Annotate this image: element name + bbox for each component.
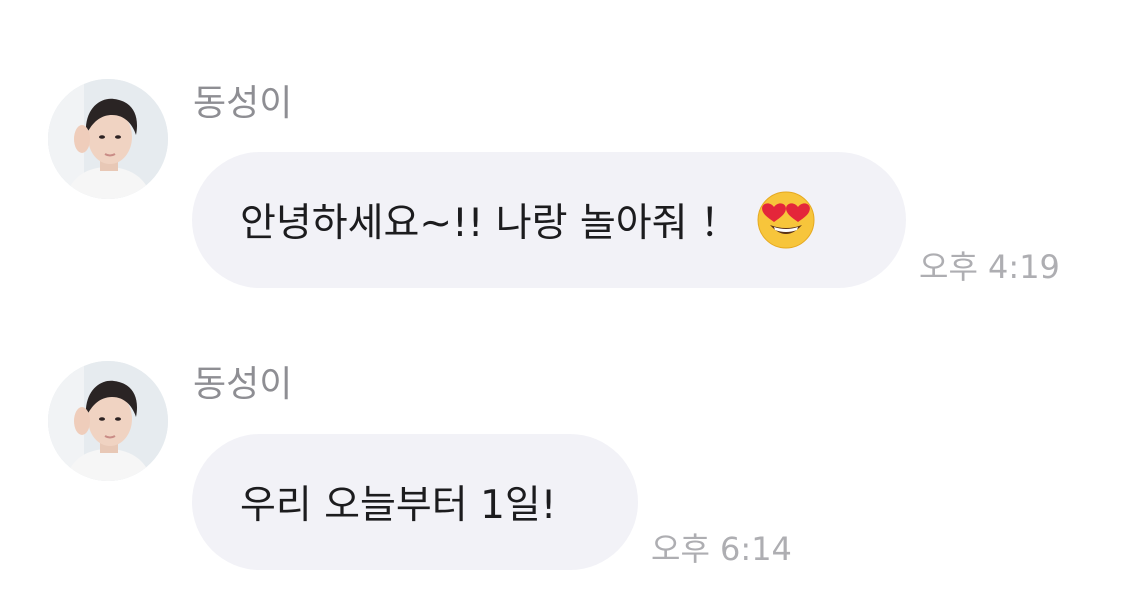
chat-message: 동성이 우리 오늘부터 1일! 오후 6:14 [0, 0, 1123, 611]
sender-name: 동성이 [193, 364, 293, 405]
message-text: 우리 오늘부터 1일! [240, 483, 557, 528]
avatar-photo [48, 361, 168, 481]
message-bubble[interactable]: 우리 오늘부터 1일! [192, 434, 638, 570]
message-timestamp: 오후 6:14 [651, 530, 792, 568]
avatar[interactable] [48, 361, 168, 481]
